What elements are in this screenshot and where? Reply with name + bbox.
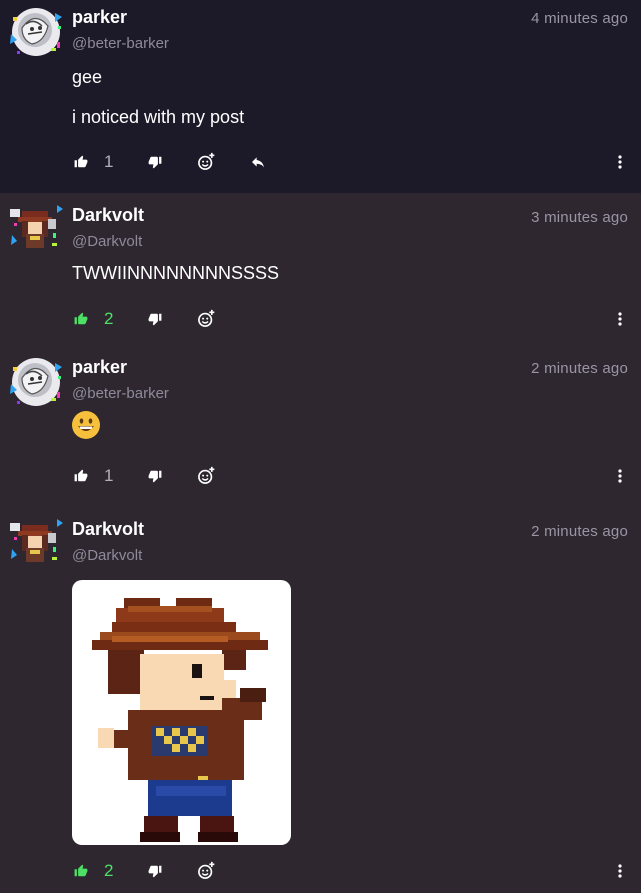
author-handle[interactable]: @beter-barker	[72, 35, 169, 52]
more-options-button[interactable]	[614, 464, 626, 488]
author-handle[interactable]: @Darkvolt	[72, 547, 142, 564]
author-name[interactable]: Darkvolt	[72, 519, 144, 540]
more-vertical-icon	[618, 312, 622, 326]
avatar-image	[10, 519, 63, 562]
dislike-button[interactable]	[148, 307, 162, 331]
more-options-button[interactable]	[614, 150, 626, 174]
thumbs-down-icon	[148, 865, 162, 878]
dislike-button[interactable]	[148, 859, 162, 883]
post-image-attachment[interactable]	[72, 580, 291, 845]
pixel-cowboy-image	[92, 598, 268, 842]
thumbs-up-icon	[74, 312, 88, 325]
avatar[interactable]	[8, 513, 64, 569]
like-count: 1	[104, 466, 114, 485]
post-timestamp[interactable]: 2 minutes ago	[531, 360, 628, 377]
post-actions: 2	[72, 859, 641, 883]
author-name[interactable]: parker	[72, 357, 127, 378]
author-handle[interactable]: @beter-barker	[72, 385, 169, 402]
grinning-face-icon	[73, 412, 99, 438]
add-reaction-button[interactable]	[196, 464, 216, 488]
grinning-face-emoji	[72, 411, 100, 439]
add-reaction-button[interactable]	[196, 307, 216, 331]
more-vertical-icon	[618, 469, 622, 483]
add-reaction-icon	[198, 152, 215, 170]
post-2[interactable]: Darkvolt @Darkvolt 3 minutes ago TWWIINN…	[0, 193, 641, 350]
avatar[interactable]	[8, 354, 64, 410]
add-reaction-button[interactable]	[196, 859, 216, 883]
like-count: 1	[104, 152, 114, 171]
post-actions: 1	[72, 150, 641, 174]
more-options-button[interactable]	[614, 307, 626, 331]
post-content: TWWIINNNNNNNNSSSS	[72, 262, 279, 284]
post-text-line: TWWIINNNNNNNNSSSS	[72, 263, 279, 283]
thumbs-up-icon	[74, 864, 88, 877]
post-timestamp[interactable]: 3 minutes ago	[531, 209, 628, 226]
thumbs-down-icon	[148, 470, 162, 483]
post-4[interactable]: Darkvolt @Darkvolt 2 minutes ago 2	[0, 507, 641, 893]
post-text-line: gee	[72, 67, 103, 87]
post-actions: 2	[72, 307, 641, 331]
more-options-button[interactable]	[614, 859, 626, 883]
add-reaction-icon	[198, 466, 215, 484]
thumbs-up-icon	[74, 469, 88, 482]
like-count: 2	[104, 309, 114, 328]
thumbs-up-icon	[74, 155, 88, 168]
post-content	[72, 411, 100, 439]
dislike-button[interactable]	[148, 150, 162, 174]
like-count: 2	[104, 861, 114, 880]
post-timestamp[interactable]: 2 minutes ago	[531, 523, 628, 540]
post-3[interactable]: parker @beter-barker 2 minutes ago 1	[0, 350, 641, 507]
like-button[interactable]: 2	[74, 307, 113, 331]
avatar[interactable]	[8, 199, 64, 255]
add-reaction-button[interactable]	[196, 150, 216, 174]
more-vertical-icon	[618, 864, 622, 878]
post-text-line: i noticed with my post	[72, 107, 245, 127]
thumbs-down-icon	[148, 313, 162, 326]
avatar-image	[10, 358, 62, 406]
avatar[interactable]	[8, 4, 64, 60]
thumbs-down-icon	[148, 156, 162, 169]
post-actions: 1	[72, 464, 641, 488]
post-content: gee i noticed with my post	[72, 66, 244, 128]
dislike-button[interactable]	[148, 464, 162, 488]
avatar-image	[10, 8, 62, 56]
add-reaction-icon	[198, 861, 215, 879]
reply-button[interactable]	[250, 150, 266, 174]
author-name[interactable]: parker	[72, 7, 127, 28]
author-handle[interactable]: @Darkvolt	[72, 233, 142, 250]
like-button[interactable]: 2	[74, 859, 113, 883]
post-timestamp[interactable]: 4 minutes ago	[531, 10, 628, 27]
like-button[interactable]: 1	[74, 464, 113, 488]
reply-icon	[252, 157, 264, 168]
add-reaction-icon	[198, 309, 215, 327]
author-name[interactable]: Darkvolt	[72, 205, 144, 226]
avatar-image	[10, 205, 63, 248]
post-1[interactable]: parker @beter-barker 4 minutes ago gee i…	[0, 0, 641, 193]
like-button[interactable]: 1	[74, 150, 113, 174]
more-vertical-icon	[618, 155, 622, 169]
